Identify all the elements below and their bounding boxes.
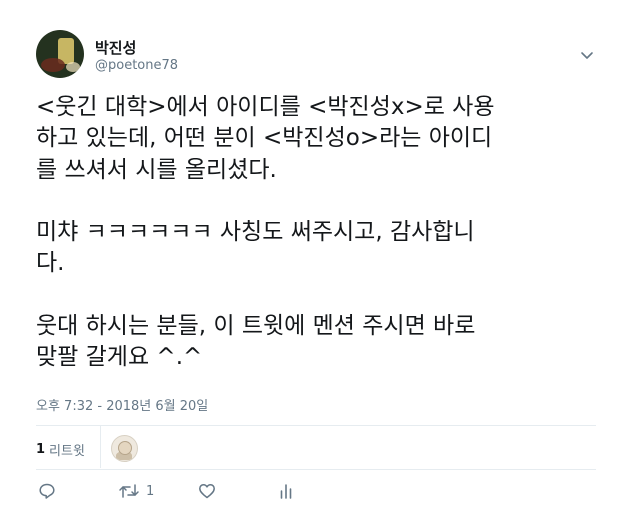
tweet-header: 박진성 @poetone78 xyxy=(36,30,596,82)
tweet-timestamp[interactable]: 오후 7:32 - 2018년 6월 20일 xyxy=(36,395,208,414)
retweeter-avatar[interactable] xyxy=(111,435,138,462)
divider xyxy=(36,425,596,426)
retweet-button[interactable]: 1 xyxy=(118,482,154,500)
tweet-actions: 1 xyxy=(36,482,336,506)
reply-button[interactable] xyxy=(38,482,56,500)
retweet-action-count: 1 xyxy=(146,483,155,499)
retweet-stats[interactable]: 1 리트윗 xyxy=(36,437,85,461)
user-handle[interactable]: @poetone78 xyxy=(95,58,178,73)
user-avatar[interactable] xyxy=(36,30,84,78)
reply-icon xyxy=(39,483,55,499)
stats-separator xyxy=(100,426,101,468)
retweet-label: 리트윗 xyxy=(49,443,85,459)
retweet-count: 1 xyxy=(36,441,46,457)
like-button[interactable] xyxy=(198,482,216,500)
divider xyxy=(36,469,596,470)
tweet-text: <웃긴 대학>에서 아이디를 <박진성x>로 사용 하고 있는데, 어떤 분이 … xyxy=(36,94,495,371)
retweet-icon xyxy=(119,484,139,498)
heart-icon xyxy=(199,484,215,499)
analytics-button[interactable] xyxy=(278,482,294,500)
chevron-down-icon[interactable] xyxy=(578,46,596,64)
analytics-icon xyxy=(280,484,292,499)
display-name[interactable]: 박진성 xyxy=(95,37,136,58)
